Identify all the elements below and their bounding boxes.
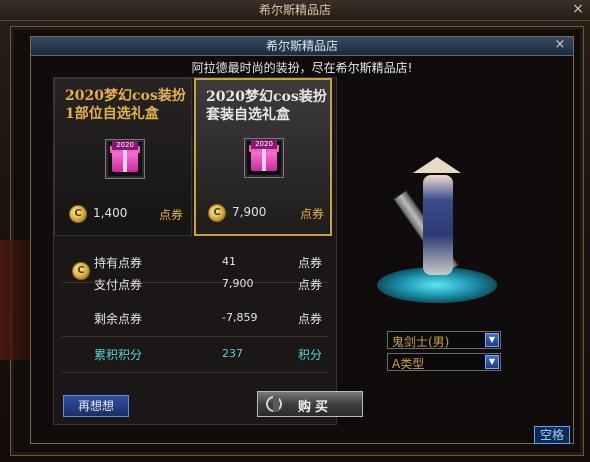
held-points-unit: 点券 xyxy=(298,256,323,270)
gift-box-icon: 2020 xyxy=(244,138,284,178)
class-select[interactable]: 鬼剑士(男) ▼ xyxy=(387,331,501,349)
type-select-value: A类型 xyxy=(392,357,425,371)
accumulated-score-label: 累积积分 xyxy=(94,348,143,362)
pay-points-label: 支付点券 xyxy=(94,278,143,292)
chevron-down-icon[interactable]: ▼ xyxy=(485,333,499,347)
buy-button[interactable]: 购买 xyxy=(257,391,363,417)
held-points-value: 41 xyxy=(222,255,236,268)
character-preview xyxy=(377,157,497,307)
outer-window: 希尔斯精品店 × 希尔斯精品店 × 阿拉德最时尚的装扮，尽在希尔斯精品店! 20… xyxy=(0,0,590,462)
held-points-label: 持有点券 xyxy=(94,256,143,270)
item-price-unit: 点券 xyxy=(158,208,183,222)
item-name: 2020梦幻cos装扮套装自选礼盒 xyxy=(206,89,327,123)
background-decoration xyxy=(0,240,30,360)
gift-year-badge: 2020 xyxy=(251,140,277,149)
item-price: 7,900 xyxy=(232,205,267,219)
item-price-unit: 点券 xyxy=(299,207,324,221)
pay-points-value: 7,900 xyxy=(222,277,254,290)
item-panel: 2020梦幻cos装扮1部位自选礼盒 2020 C 1,400 点券 2020梦… xyxy=(53,77,337,425)
dialog-title: 希尔斯精品店 xyxy=(31,37,573,56)
hat-graphic xyxy=(413,157,461,173)
dialog-close-button[interactable]: × xyxy=(553,38,567,52)
outer-window-title: 希尔斯精品店 xyxy=(0,0,590,21)
space-key-hint[interactable]: 空格 xyxy=(534,426,570,444)
character-figure xyxy=(423,175,453,275)
item-card[interactable]: 2020梦幻cos装扮1部位自选礼盒 2020 C 1,400 点券 xyxy=(54,78,192,236)
item-card-selected[interactable]: 2020梦幻cos装扮套装自选礼盒 2020 C 7,900 点券 xyxy=(194,78,332,236)
shop-dialog: 希尔斯精品店 × 阿拉德最时尚的装扮，尽在希尔斯精品店! 2020梦幻cos装扮… xyxy=(30,36,574,444)
coin-icon: C xyxy=(72,262,90,280)
accumulated-score-value: 237 xyxy=(222,347,243,360)
summary-divider xyxy=(62,336,328,337)
type-select[interactable]: A类型 ▼ xyxy=(387,353,501,371)
buy-icon xyxy=(266,396,282,412)
rethink-button[interactable]: 再想想 xyxy=(63,395,129,417)
chevron-down-icon[interactable]: ▼ xyxy=(485,355,499,369)
outer-close-button[interactable]: × xyxy=(570,1,586,17)
accumulated-score-unit: 积分 xyxy=(298,348,323,362)
summary-divider xyxy=(62,372,328,373)
buy-button-label: 购买 xyxy=(298,400,333,415)
gift-year-badge: 2020 xyxy=(112,141,138,150)
item-price: 1,400 xyxy=(93,206,128,220)
item-name: 2020梦幻cos装扮1部位自选礼盒 xyxy=(65,88,186,122)
coin-icon: C xyxy=(208,204,226,222)
remaining-points-unit: 点券 xyxy=(298,312,323,326)
remaining-points-value: -7,859 xyxy=(222,311,258,324)
gift-box-icon: 2020 xyxy=(105,139,145,179)
shop-slogan: 阿拉德最时尚的装扮，尽在希尔斯精品店! xyxy=(191,61,413,75)
coin-icon: C xyxy=(69,205,87,223)
pay-points-unit: 点券 xyxy=(298,278,323,292)
class-select-value: 鬼剑士(男) xyxy=(392,335,450,349)
remaining-points-label: 剩余点券 xyxy=(94,312,143,326)
